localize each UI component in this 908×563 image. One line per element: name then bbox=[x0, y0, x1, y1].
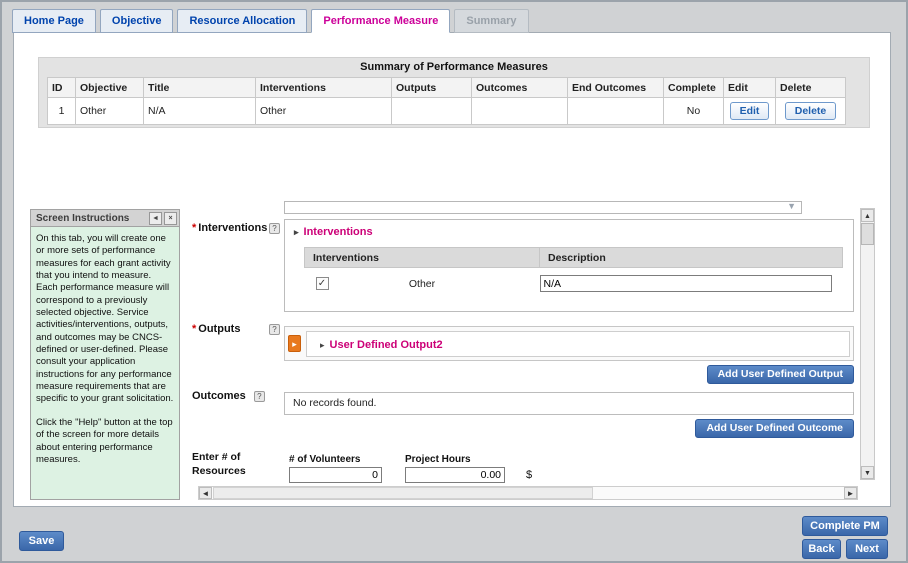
col-header-outputs: Outputs bbox=[392, 78, 472, 98]
outputs-label: *Outputs ? bbox=[192, 323, 280, 335]
screen-instructions-body: On this tab, you will create one or more… bbox=[31, 227, 179, 483]
cell-title: N/A bbox=[144, 98, 256, 125]
required-marker: * bbox=[192, 323, 196, 335]
interventions-label: *Interventions ? bbox=[192, 222, 280, 234]
cell-complete: No bbox=[664, 98, 724, 125]
help-icon[interactable]: ? bbox=[269, 223, 280, 234]
cell-end-outcomes bbox=[568, 98, 664, 125]
back-button[interactable]: Back bbox=[802, 539, 841, 559]
user-defined-output-link[interactable]: User Defined Output2 bbox=[330, 339, 443, 351]
tab-home-page[interactable]: Home Page bbox=[12, 9, 96, 33]
complete-pm-button[interactable]: Complete PM bbox=[802, 516, 888, 536]
col-header-end-outcomes: End Outcomes bbox=[568, 78, 664, 98]
output-status-icon[interactable]: ▸ bbox=[288, 335, 301, 352]
cell-objective: Other bbox=[76, 98, 144, 125]
tab-summary: Summary bbox=[454, 9, 528, 33]
required-marker: * bbox=[192, 222, 196, 234]
col-header-edit: Edit bbox=[724, 78, 776, 98]
col-header-id: ID bbox=[48, 78, 76, 98]
project-hours-input[interactable] bbox=[405, 467, 505, 483]
screen-instructions-header: Screen Instructions ◄ × bbox=[31, 210, 179, 227]
summary-table-header-row: ID Objective Title Interventions Outputs… bbox=[48, 78, 846, 98]
interventions-section: ▸Interventions Interventions Description bbox=[284, 219, 854, 312]
project-hours-label: Project Hours bbox=[405, 454, 471, 465]
screen-instructions-panel: Screen Instructions ◄ × On this tab, you… bbox=[30, 209, 180, 500]
intervention-description-input[interactable] bbox=[540, 275, 832, 292]
objective-dropdown[interactable]: ▼ bbox=[284, 201, 802, 214]
help-icon[interactable]: ? bbox=[269, 324, 280, 335]
col-header-delete: Delete bbox=[776, 78, 846, 98]
horizontal-scrollbar[interactable]: ◄ ► bbox=[198, 486, 858, 500]
pm-form-area: ▼ *Interventions ? ▸Interventions Interv… bbox=[190, 201, 882, 504]
summary-table: ID Objective Title Interventions Outputs… bbox=[47, 77, 846, 125]
screen-instructions-title: Screen Instructions bbox=[36, 213, 129, 224]
horizontal-scrollbar-thumb[interactable] bbox=[213, 487, 593, 499]
help-icon[interactable]: ? bbox=[254, 391, 265, 402]
user-defined-output-item[interactable]: ▸ User Defined Output2 bbox=[306, 331, 850, 357]
tab-performance-measure[interactable]: Performance Measure bbox=[311, 9, 450, 33]
vertical-scrollbar-thumb[interactable] bbox=[861, 223, 874, 245]
main-panel: Summary of Performance Measures ID Objec… bbox=[13, 32, 891, 507]
scroll-down-icon[interactable]: ▼ bbox=[861, 466, 874, 479]
outcomes-empty-message: No records found. bbox=[284, 392, 854, 415]
col-header-interventions: Interventions bbox=[256, 78, 392, 98]
expand-arrow-icon: ▸ bbox=[320, 340, 325, 350]
tab-resource-allocation[interactable]: Resource Allocation bbox=[177, 9, 307, 33]
table-row: 1 Other N/A Other No Edit Delete bbox=[48, 98, 846, 125]
interventions-section-toggle[interactable]: ▸Interventions bbox=[294, 226, 373, 238]
scroll-up-icon[interactable]: ▲ bbox=[861, 209, 874, 222]
delete-button[interactable]: Delete bbox=[785, 102, 837, 120]
intervention-checkbox[interactable]: ✓ bbox=[316, 277, 329, 290]
cell-outputs bbox=[392, 98, 472, 125]
interventions-table: Interventions Description ✓ Other bbox=[304, 247, 843, 300]
tab-bar: Home Page Objective Resource Allocation … bbox=[12, 9, 529, 33]
outcomes-label: Outcomes ? bbox=[192, 390, 265, 402]
next-button[interactable]: Next bbox=[846, 539, 888, 559]
chevron-down-icon: ▼ bbox=[787, 201, 796, 211]
summary-table-section: Summary of Performance Measures ID Objec… bbox=[38, 57, 870, 128]
description-col-header: Description bbox=[540, 248, 843, 268]
instructions-paragraph-1: On this tab, you will create one or more… bbox=[36, 233, 174, 406]
add-user-defined-outcome-button[interactable]: Add User Defined Outcome bbox=[695, 419, 854, 438]
volunteers-label: # of Volunteers bbox=[289, 454, 361, 465]
edit-button[interactable]: Edit bbox=[730, 102, 770, 120]
save-button[interactable]: Save bbox=[19, 531, 64, 551]
volunteers-input[interactable] bbox=[289, 467, 382, 483]
vertical-scrollbar[interactable]: ▲ ▼ bbox=[860, 208, 875, 480]
close-panel-icon[interactable]: × bbox=[164, 212, 177, 225]
resources-label: Enter # of Resources bbox=[192, 451, 278, 478]
outputs-section: ▸ ▸ User Defined Output2 bbox=[284, 326, 854, 361]
summary-table-title: Summary of Performance Measures bbox=[39, 58, 869, 77]
col-header-outcomes: Outcomes bbox=[472, 78, 568, 98]
interventions-col-header: Interventions bbox=[305, 248, 540, 268]
cell-interventions: Other bbox=[256, 98, 392, 125]
instructions-paragraph-2: Click the "Help" button at the top of th… bbox=[36, 417, 174, 466]
add-user-defined-output-button[interactable]: Add User Defined Output bbox=[707, 365, 854, 384]
col-header-objective: Objective bbox=[76, 78, 144, 98]
col-header-complete: Complete bbox=[664, 78, 724, 98]
scroll-right-icon[interactable]: ► bbox=[844, 487, 857, 499]
cell-outcomes bbox=[472, 98, 568, 125]
col-header-title: Title bbox=[144, 78, 256, 98]
tab-objective[interactable]: Objective bbox=[100, 9, 174, 33]
intervention-row: ✓ Other bbox=[305, 268, 843, 300]
app-window: Home Page Objective Resource Allocation … bbox=[0, 0, 908, 563]
currency-symbol: $ bbox=[526, 469, 532, 481]
cell-id: 1 bbox=[48, 98, 76, 125]
collapse-panel-icon[interactable]: ◄ bbox=[149, 212, 162, 225]
intervention-name: Other bbox=[305, 278, 540, 290]
scroll-left-icon[interactable]: ◄ bbox=[199, 487, 212, 499]
expand-arrow-icon: ▸ bbox=[294, 227, 299, 237]
